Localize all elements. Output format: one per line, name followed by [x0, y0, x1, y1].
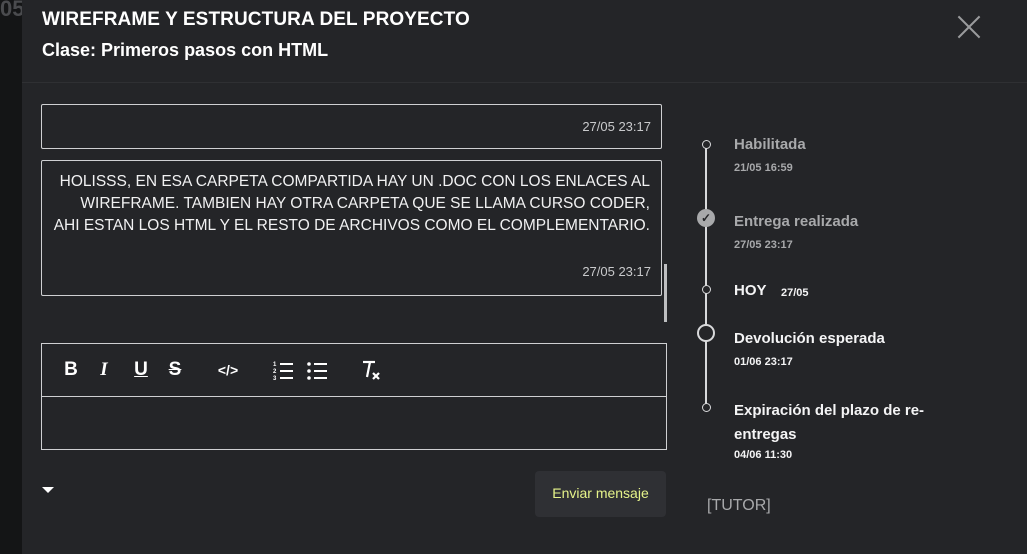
timeline-event-label: Entrega realizada	[734, 213, 859, 230]
timeline-event-date: 01/06 23:17	[734, 356, 793, 368]
code-icon[interactable]: </>	[217, 358, 239, 382]
bullet-list-icon[interactable]	[306, 358, 328, 382]
timeline-event-label: HOY	[734, 282, 767, 299]
message-text: HOLISSS, EN ESA CARPETA COMPARTIDA HAY U…	[53, 173, 650, 234]
timeline-event-label: Expiración del plazo de re-entregas	[734, 402, 925, 443]
modal-title: WIREFRAME Y ESTRUCTURA DEL PROYECTO	[42, 9, 470, 30]
send-message-button[interactable]: Enviar mensaje	[535, 471, 666, 517]
backdrop-text: 05	[0, 0, 25, 21]
message-date: 27/05 23:17	[582, 264, 651, 279]
strikethrough-icon[interactable]: S	[166, 358, 184, 382]
timeline-node	[702, 403, 711, 412]
message-editor: B I U S </> 123	[41, 343, 667, 450]
timeline-event-label: Habilitada	[734, 136, 806, 153]
timeline-event-date: 27/05	[781, 287, 809, 299]
timeline-node	[697, 324, 715, 342]
timeline-line	[705, 143, 707, 409]
timeline-node	[702, 140, 711, 149]
timeline-event-label: Devolución esperada	[734, 330, 885, 347]
backdrop-strip	[0, 0, 22, 554]
check-icon: ✓	[697, 209, 715, 227]
message-bubble: 27/05 23:17	[41, 104, 662, 149]
role-tag: [TUTOR]	[707, 497, 771, 514]
timeline-event-date: 21/05 16:59	[734, 162, 793, 174]
timeline-event-date: 04/06 11:30	[734, 449, 793, 461]
project-modal: WIREFRAME Y ESTRUCTURA DEL PROYECTO Clas…	[22, 0, 1027, 554]
svg-text:2: 2	[273, 369, 277, 375]
italic-icon[interactable]: I	[97, 358, 111, 382]
svg-text:3: 3	[273, 376, 277, 382]
chevron-down-icon[interactable]	[42, 487, 54, 493]
message-date: 27/05 23:17	[582, 119, 651, 134]
message-bubble: HOLISSS, EN ESA CARPETA COMPARTIDA HAY U…	[41, 160, 662, 296]
clear-format-icon[interactable]	[360, 358, 382, 382]
messages-scrollbar[interactable]	[664, 264, 667, 322]
editor-toolbar: B I U S </> 123	[42, 344, 666, 397]
timeline-event-date: 27/05 23:17	[734, 239, 793, 251]
ordered-list-icon[interactable]: 123	[272, 358, 294, 382]
svg-text:1: 1	[273, 362, 277, 368]
close-icon[interactable]	[956, 14, 982, 40]
bold-icon[interactable]: B	[62, 358, 80, 382]
modal-header: WIREFRAME Y ESTRUCTURA DEL PROYECTO Clas…	[22, 0, 1027, 83]
timeline-node	[702, 285, 711, 294]
underline-icon[interactable]: U	[132, 358, 150, 382]
modal-subtitle: Clase: Primeros pasos con HTML	[42, 40, 329, 60]
message-input[interactable]	[42, 397, 666, 449]
